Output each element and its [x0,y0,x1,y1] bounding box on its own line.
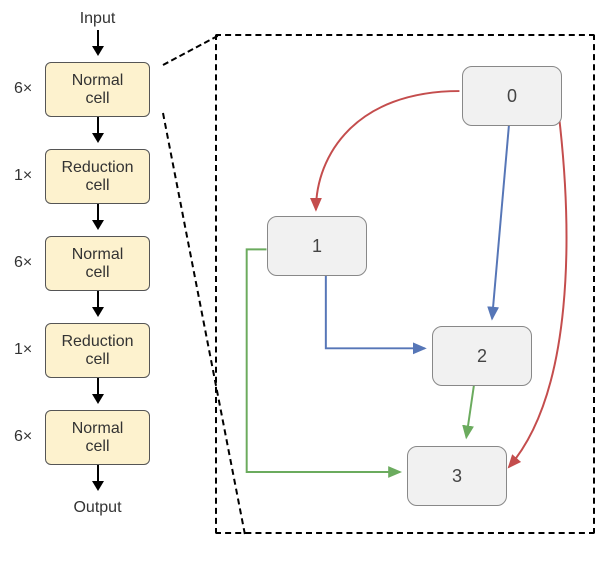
architecture-flow: Input 6× Normal cell 1× Reduction cell 6… [0,0,195,572]
normal-cell-box: Normal cell [45,410,150,465]
arrow-icon [92,117,104,149]
normal-cell-box: Normal cell [45,236,150,291]
cell-line2: cell [85,177,109,195]
cell-detail-panel: 0 1 2 3 [215,34,595,534]
output-label: Output [73,499,121,517]
multiplier-label: 6× [14,428,32,446]
cell-line1: Normal [72,72,124,90]
multiplier-label: 6× [14,254,32,272]
reduction-cell-box: Reduction cell [45,149,150,204]
cell-line2: cell [85,90,109,108]
cell-line1: Normal [72,420,124,438]
arrow-icon [92,378,104,410]
cell-line1: Reduction [61,159,133,177]
edge-0-3 [509,111,567,467]
edge-0-2 [492,126,509,319]
graph-node-0: 0 [462,66,562,126]
input-label: Input [80,10,116,28]
arrow-icon [92,291,104,323]
edge-2-3 [466,383,474,437]
cell-line1: Normal [72,246,124,264]
multiplier-label: 1× [14,341,32,359]
arrow-icon [92,30,104,62]
multiplier-label: 1× [14,167,32,185]
edge-1-2 [326,274,425,348]
cell-line1: Reduction [61,333,133,351]
arrow-icon [92,204,104,236]
cell-line2: cell [85,438,109,456]
edge-1-3 [247,249,400,472]
cell-line2: cell [85,351,109,369]
graph-node-2: 2 [432,326,532,386]
graph-node-1: 1 [267,216,367,276]
reduction-cell-box: Reduction cell [45,323,150,378]
graph-node-3: 3 [407,446,507,506]
multiplier-label: 6× [14,80,32,98]
cell-line2: cell [85,264,109,282]
arrow-icon [92,465,104,497]
edge-0-1 [316,91,459,210]
normal-cell-box: Normal cell [45,62,150,117]
